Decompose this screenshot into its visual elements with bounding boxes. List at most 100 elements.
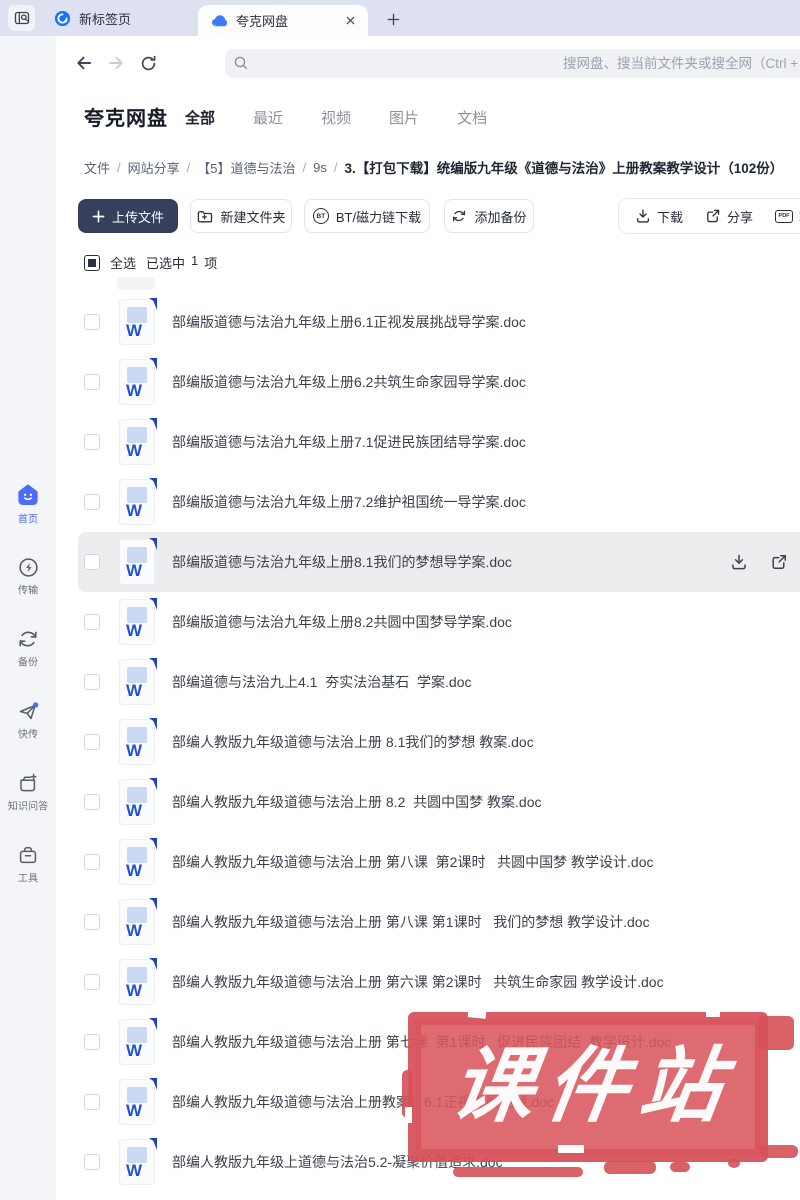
- pdf-icon: PDF: [775, 209, 794, 223]
- word-doc-icon: W: [115, 897, 159, 947]
- file-name[interactable]: 部编人教版九年级道德与法治上册 第八课 第1课时 我们的梦想 教学设计.doc: [172, 912, 800, 932]
- refresh-button[interactable]: [136, 51, 160, 75]
- row-share-icon[interactable]: [770, 553, 788, 571]
- file-name[interactable]: 部编版道德与法治九年级上册6.2共筑生命家园导学案.doc: [172, 372, 800, 392]
- stamp-fill: 课件站: [415, 1019, 761, 1155]
- selected-count: 1: [191, 253, 199, 268]
- browser-tab-quark-pan[interactable]: 夸克网盘: [198, 5, 368, 36]
- file-name[interactable]: 部编版道德与法治九年级上册6.1正视发展挑战导学案.doc: [172, 312, 800, 332]
- bt-magnet-download-button[interactable]: BT BT/磁力链下载: [304, 199, 430, 233]
- back-button[interactable]: [72, 51, 96, 75]
- file-checkbox[interactable]: [84, 1034, 100, 1050]
- add-backup-button[interactable]: 添加备份: [444, 199, 534, 233]
- file-checkbox[interactable]: [84, 1154, 100, 1170]
- search-input[interactable]: [225, 49, 800, 78]
- breadcrumb-separator: /: [117, 159, 121, 175]
- word-doc-icon: W: [115, 597, 159, 647]
- file-name[interactable]: 部编版道德与法治九年级上册7.2维护祖国统一导学案.doc: [172, 492, 800, 512]
- file-row[interactable]: W 部编版道德与法治九年级上册8.2共圆中国梦导学案.doc: [78, 592, 800, 652]
- breadcrumb: 文件 / 网站分享 / 【5】道德与法治 / 9s / 3.【打包下载】统编版九…: [84, 157, 800, 177]
- file-row[interactable]: W 部编版道德与法治九年级上册7.1促进民族团结导学案.doc: [78, 412, 800, 472]
- close-icon[interactable]: [345, 15, 356, 26]
- file-row[interactable]: W 部编道德与法治九上4.1 夯实法治基石 学案.doc: [78, 652, 800, 712]
- file-name[interactable]: 部编人教版九年级道德与法治上册 第六课 第2课时 共筑生命家园 教学设计.doc: [172, 972, 800, 992]
- file-row[interactable]: W 部编人教版九年级道德与法治上册 第八课 第1课时 我们的梦想 教学设计.do…: [78, 892, 800, 952]
- breadcrumb-separator: /: [302, 159, 307, 175]
- word-doc-icon: W: [115, 357, 159, 407]
- select-all-label[interactable]: 全选: [110, 253, 136, 272]
- share-icon: [705, 208, 721, 224]
- file-checkbox[interactable]: [84, 374, 100, 390]
- file-name[interactable]: 部编人教版九年级道德与法治上册 8.1我们的梦想 教案.doc: [172, 732, 800, 752]
- select-all-checkbox[interactable]: [84, 254, 100, 271]
- file-name[interactable]: 部编版道德与法治九年级上册8.1我们的梦想导学案.doc: [172, 552, 730, 572]
- breadcrumb-link[interactable]: 【5】道德与法治: [197, 158, 295, 177]
- file-checkbox[interactable]: [84, 314, 100, 330]
- word-doc-icon: W: [115, 957, 159, 1007]
- bt-magnet-icon: BT: [312, 208, 329, 224]
- download-label: 下载: [657, 209, 684, 225]
- file-name[interactable]: 部编版道德与法治九年级上册7.1促进民族团结导学案.doc: [172, 432, 800, 452]
- file-row[interactable]: W 部编版道德与法治九年级上册6.1正视发展挑战导学案.doc: [78, 292, 800, 352]
- new-folder-label: 新建文件夹: [220, 209, 286, 225]
- tab-recent[interactable]: 最近: [253, 107, 283, 128]
- file-name[interactable]: 部编人教版九年级道德与法治上册 第八课 第2课时 共圆中国梦 教学设计.doc: [172, 852, 800, 872]
- tab-images[interactable]: 图片: [389, 107, 419, 128]
- forward-button[interactable]: [104, 51, 128, 75]
- tab-all[interactable]: 全部: [185, 107, 215, 128]
- breadcrumb-link[interactable]: 网站分享: [128, 158, 180, 177]
- file-checkbox[interactable]: [84, 614, 100, 630]
- file-checkbox[interactable]: [84, 794, 100, 810]
- selection-action-bar: 下载 分享 PDF 转为: [618, 198, 800, 234]
- file-checkbox[interactable]: [84, 854, 100, 870]
- browser-tab-new-tab-page[interactable]: 新标签页: [44, 0, 141, 36]
- file-row[interactable]: W 部编版道德与法治九年级上册6.2共筑生命家园导学案.doc: [78, 352, 800, 412]
- new-tab-button[interactable]: [382, 8, 404, 30]
- share-button[interactable]: 分享: [705, 207, 753, 226]
- file-row[interactable]: W 部编版道德与法治九年级上册8.1我们的梦想导学案.doc: [78, 532, 800, 592]
- file-name[interactable]: 部编道德与法治九上4.1 夯实法治基石 学案.doc: [172, 672, 800, 692]
- file-checkbox[interactable]: [84, 914, 100, 930]
- file-checkbox[interactable]: [84, 734, 100, 750]
- file-checkbox[interactable]: [84, 674, 100, 690]
- search-icon: [233, 55, 249, 71]
- sidebar-search-icon: [14, 10, 30, 26]
- file-name[interactable]: 部编人教版九年级道德与法治上册 8.2 共圆中国梦 教案.doc: [172, 792, 800, 812]
- file-row[interactable]: W 部编人教版九年级道德与法治上册 第六课 第2课时 共筑生命家园 教学设计.d…: [78, 952, 800, 1012]
- plus-icon: [92, 210, 105, 223]
- row-actions: [730, 553, 788, 571]
- download-button[interactable]: 下载: [635, 207, 683, 226]
- row-download-icon[interactable]: [730, 553, 748, 571]
- file-checkbox[interactable]: [84, 1094, 100, 1110]
- sync-circle-icon: [451, 208, 467, 224]
- share-label: 分享: [727, 209, 754, 225]
- file-row[interactable]: W 部编人教版九年级道德与法治上册 第八课 第2课时 共圆中国梦 教学设计.do…: [78, 832, 800, 892]
- breadcrumb-separator: /: [186, 159, 191, 175]
- tab-documents[interactable]: 文档: [457, 107, 487, 128]
- file-checkbox[interactable]: [84, 434, 100, 450]
- upload-file-button[interactable]: 上传文件: [78, 199, 178, 233]
- content-nav-tabs: 全部 最近 视频 图片 文档: [185, 107, 487, 128]
- selected-unit: 项: [204, 256, 218, 271]
- quark-browser-logo-icon: [54, 10, 71, 27]
- convert-to-pdf-button[interactable]: PDF 转为: [775, 207, 800, 226]
- selected-prefix: 已选中: [146, 256, 186, 271]
- file-row[interactable]: W 部编人教版九年级道德与法治上册 8.1我们的梦想 教案.doc: [78, 712, 800, 772]
- tab-videos[interactable]: 视频: [321, 107, 351, 128]
- breadcrumb-link[interactable]: 9s: [313, 160, 327, 175]
- upload-file-label: 上传文件: [111, 209, 164, 225]
- file-checkbox[interactable]: [84, 974, 100, 990]
- window-sidebar-search-button[interactable]: [8, 5, 35, 31]
- new-folder-button[interactable]: 新建文件夹: [190, 199, 292, 233]
- breadcrumb-link[interactable]: 文件: [84, 158, 110, 177]
- file-checkbox[interactable]: [84, 554, 100, 570]
- tab-title: 新标签页: [79, 11, 132, 27]
- page-title: 夸克网盘: [84, 108, 168, 130]
- file-row[interactable]: W 部编人教版九年级道德与法治上册 8.2 共圆中国梦 教案.doc: [78, 772, 800, 832]
- watermark-stamp: 课件站: [402, 1009, 798, 1177]
- file-row[interactable]: W 部编版道德与法治九年级上册7.2维护祖国统一导学案.doc: [78, 472, 800, 532]
- bt-download-label: BT/磁力链下载: [335, 209, 422, 225]
- tab-title: 夸克网盘: [236, 14, 289, 29]
- file-checkbox[interactable]: [84, 494, 100, 510]
- file-name[interactable]: 部编版道德与法治九年级上册8.2共圆中国梦导学案.doc: [172, 612, 800, 632]
